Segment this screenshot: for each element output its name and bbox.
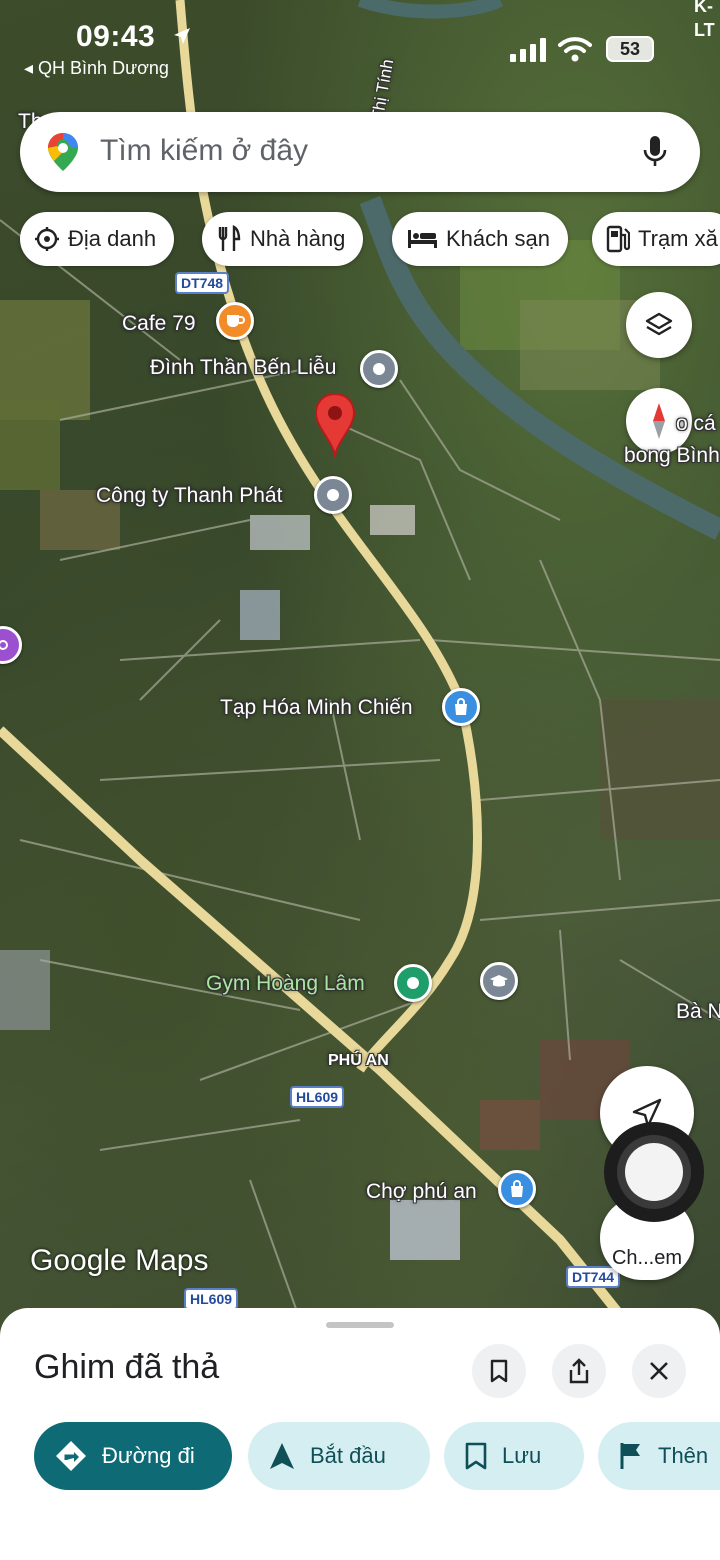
landmark-poi-icon[interactable] — [360, 350, 398, 388]
layers-icon — [645, 312, 673, 336]
status-time: 09:43 — [76, 20, 156, 53]
back-to-app-link[interactable]: ◂ QH Bình Dương — [24, 58, 169, 79]
battery-indicator: 53 — [606, 36, 654, 62]
map-label-cho: Chợ phú an — [366, 1180, 477, 1203]
chip-label: Nhà hàng — [250, 226, 346, 251]
gym-poi-icon[interactable] — [394, 964, 432, 1002]
map-label-bong-binh-1: o cá — [676, 412, 716, 435]
market-poi-icon[interactable] — [498, 1170, 536, 1208]
google-maps-watermark: Google Maps — [30, 1244, 209, 1277]
start-button[interactable]: Bắt đầu — [248, 1422, 430, 1490]
map-label-gym: Gym Hoàng Lâm — [206, 972, 365, 995]
search-bar[interactable]: Tìm kiếm ở đây — [20, 112, 700, 192]
navigation-arrow-icon — [270, 1443, 294, 1469]
chip-label: Khách sạn — [446, 226, 550, 251]
search-input[interactable]: Tìm kiếm ở đây — [100, 134, 308, 168]
cafe-poi-icon[interactable] — [216, 302, 254, 340]
more-label: Thên — [658, 1443, 709, 1468]
google-maps-logo-icon — [48, 133, 78, 171]
wifi-icon — [558, 37, 592, 62]
start-label: Bắt đầu — [310, 1443, 386, 1468]
map-label-ba-n: Bà N — [676, 1000, 720, 1023]
satellite-map[interactable]: Th Thị Tính DT748 Cafe 79 Đình Thần Bến … — [0, 0, 720, 1340]
compass-icon — [653, 403, 665, 439]
directions-label: Đường đi — [102, 1443, 195, 1468]
chip-label: Địa danh — [68, 226, 157, 251]
road-shield: HL609 — [184, 1288, 239, 1310]
map-label-cong-ty: Công ty Thanh Phát — [96, 484, 283, 507]
bookmark-icon — [490, 1359, 508, 1383]
save-label: Lưu — [502, 1443, 542, 1468]
road-shield: HL609 — [290, 1086, 345, 1108]
share-icon — [569, 1358, 589, 1384]
location-arrow-icon — [174, 28, 190, 44]
chip-restaurants[interactable]: Nhà hàng — [202, 212, 364, 266]
sheet-title: Ghim đã thả — [34, 1348, 220, 1386]
dropped-pin-icon[interactable] — [312, 392, 358, 460]
layers-button[interactable] — [626, 292, 692, 358]
close-icon — [650, 1362, 668, 1380]
category-chips: Địa danh Nhà hàng Khách sạn Trạm xă — [20, 212, 720, 266]
more-button[interactable]: Thên — [598, 1422, 720, 1490]
share-button[interactable] — [552, 1344, 606, 1398]
map-label-tap-hoa: Tạp Hóa Minh Chiến — [220, 696, 413, 719]
map-label-bong-binh-2: bong Bình — [624, 444, 720, 467]
fork-knife-icon — [218, 225, 241, 251]
school-poi-icon[interactable] — [480, 962, 518, 1000]
fuel-icon — [606, 225, 630, 253]
chip-gas-stations[interactable]: Trạm xă — [592, 212, 720, 266]
save-button[interactable]: Lưu — [444, 1422, 584, 1490]
microphone-icon[interactable] — [642, 134, 668, 170]
carrier-text: K- LT — [694, 0, 715, 40]
signal-icon — [510, 38, 546, 62]
flag-icon — [620, 1443, 640, 1469]
map-label-phu-an: PHÚ AN — [328, 1052, 389, 1069]
status-bar: 09:43 ◂ QH Bình Dương K- LT 53 — [0, 0, 720, 100]
landmark-icon — [35, 227, 59, 251]
business-poi-icon[interactable] — [314, 476, 352, 514]
bottom-sheet: Ghim đã thả Đường đi Bắt đầu Lưu Thên — [0, 1308, 720, 1560]
chip-label: Trạm xă — [638, 226, 718, 251]
map-label-cafe: Cafe 79 — [122, 312, 196, 335]
bed-icon — [408, 230, 437, 248]
shopping-poi-icon[interactable] — [442, 688, 480, 726]
bookmark-icon — [465, 1442, 487, 1470]
sheet-drag-handle[interactable] — [326, 1322, 394, 1328]
map-label-dinh-than: Đình Thần Bến Liễu — [150, 356, 337, 379]
directions-icon — [56, 1441, 86, 1471]
chip-hotels[interactable]: Khách sạn — [392, 212, 568, 266]
directions-button[interactable]: Đường đi — [34, 1422, 232, 1490]
chem-label: Ch...em — [611, 1246, 683, 1269]
close-button[interactable] — [632, 1344, 686, 1398]
save-icon-button[interactable] — [472, 1344, 526, 1398]
assistive-touch-button[interactable] — [604, 1122, 704, 1222]
road-shield: DT748 — [175, 272, 230, 294]
chip-landmarks[interactable]: Địa danh — [20, 212, 175, 266]
